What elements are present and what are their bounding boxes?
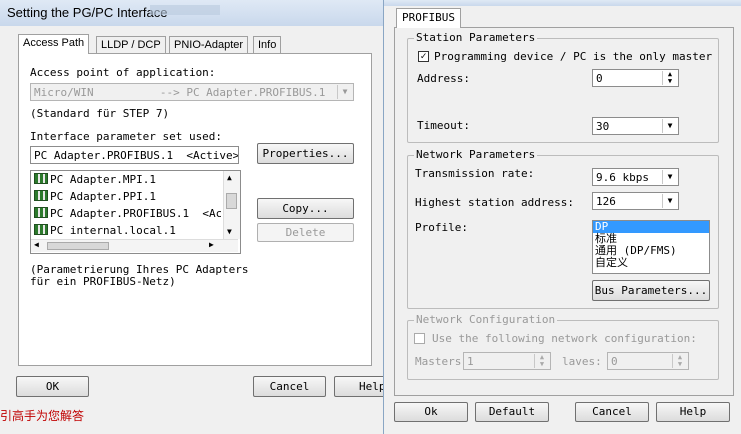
timeout-value: 30 bbox=[596, 120, 610, 133]
checkmark-icon: ✓ bbox=[420, 51, 427, 62]
ok-button[interactable]: Ok bbox=[394, 402, 468, 422]
pgpc-interface-window: Setting the PG/PC Interface Access Path … bbox=[0, 0, 394, 405]
access-point-select[interactable]: Micro/WIN --> PC Adapter.PROFIBUS.1 ▼ bbox=[30, 83, 354, 101]
spinner-arrows-icon[interactable]: ▲ ▼ bbox=[534, 354, 549, 368]
param-set-value: PC Adapter.PROFIBUS.1 <Active> bbox=[34, 149, 239, 162]
chevron-down-icon: ▼ bbox=[337, 85, 352, 99]
cancel-button[interactable]: Cancel bbox=[575, 402, 649, 422]
station-parameters-label: Station Parameters bbox=[414, 31, 538, 44]
copy-button[interactable]: Copy... bbox=[257, 198, 354, 219]
param-set-label: Interface parameter set used: bbox=[30, 130, 223, 143]
scroll-up-icon[interactable]: ▲ bbox=[227, 173, 232, 182]
transmission-rate-value: 9.6 kbps bbox=[596, 171, 649, 184]
list-item[interactable]: PC Adapter.PPI.1 bbox=[31, 188, 221, 205]
slaves-stepper[interactable]: 0 ▲ ▼ bbox=[607, 352, 689, 370]
spinner-arrows-icon[interactable]: ▲ ▼ bbox=[662, 71, 677, 85]
horizontal-scrollbar[interactable]: ◀ ▶ bbox=[31, 239, 238, 252]
profile-option[interactable]: 自定义 bbox=[593, 257, 709, 269]
masters-label: Masters bbox=[415, 355, 462, 368]
network-adapter-icon bbox=[34, 190, 48, 201]
slaves-label: laves: bbox=[562, 355, 602, 368]
standard-note: (Standard für STEP 7) bbox=[30, 107, 170, 120]
only-master-label: Programming device / PC is the only mast… bbox=[434, 50, 718, 63]
use-config-label: Use the following network configuration: bbox=[432, 332, 697, 345]
tab-access-path[interactable]: Access Path bbox=[18, 34, 90, 54]
tab-profibus[interactable]: PROFIBUS bbox=[396, 8, 461, 28]
scroll-thumb[interactable] bbox=[226, 193, 237, 209]
list-item[interactable]: PC Adapter.MPI.1 bbox=[31, 171, 221, 188]
address-stepper[interactable]: 0 ▲ ▼ bbox=[592, 69, 679, 87]
access-point-value: Micro/WIN --> PC Adapter.PROFIBUS.1 bbox=[34, 86, 326, 99]
tab-info[interactable]: Info bbox=[253, 36, 282, 54]
masters-value: 1 bbox=[467, 355, 474, 368]
tab-lldp-dcp[interactable]: LLDP / DCP bbox=[96, 36, 166, 54]
list-item[interactable]: PC internal.local.1 bbox=[31, 222, 221, 239]
network-configuration-label: Network Configuration bbox=[414, 313, 558, 326]
delete-button[interactable]: Delete bbox=[257, 223, 354, 242]
scroll-thumb[interactable] bbox=[47, 242, 109, 250]
vertical-scrollbar[interactable]: ▲ ▼ bbox=[223, 171, 240, 239]
scroll-down-icon[interactable]: ▼ bbox=[227, 227, 232, 236]
spinner-arrows-icon[interactable]: ▲ ▼ bbox=[672, 354, 687, 368]
list-item-label: PC internal.local.1 bbox=[50, 224, 176, 237]
highest-address-select[interactable]: 126 ▼ bbox=[592, 192, 679, 210]
access-point-label: Access point of application: bbox=[30, 66, 216, 79]
chevron-down-icon: ▼ bbox=[662, 119, 677, 133]
timeout-select[interactable]: 30 ▼ bbox=[592, 117, 679, 135]
title-bar: Setting the PG/PC Interface bbox=[0, 0, 383, 26]
network-parameters-label: Network Parameters bbox=[414, 148, 538, 161]
blurred-title-area bbox=[150, 5, 220, 15]
transmission-rate-label: Transmission rate: bbox=[415, 167, 535, 180]
cancel-button[interactable]: Cancel bbox=[253, 376, 326, 397]
default-button[interactable]: Default bbox=[475, 402, 549, 422]
window-frame-top bbox=[384, 0, 741, 6]
network-configuration-group: Network Configuration bbox=[407, 313, 719, 380]
profibus-properties-window: PROFIBUS Station Parameters ✓ Programmin… bbox=[383, 0, 741, 434]
scroll-left-icon[interactable]: ◀ bbox=[34, 240, 39, 249]
timeout-label: Timeout: bbox=[417, 119, 470, 132]
use-config-checkbox[interactable] bbox=[414, 333, 425, 344]
window-title: Setting the PG/PC Interface bbox=[7, 5, 168, 20]
chevron-down-icon: ▼ bbox=[662, 170, 677, 184]
highest-address-value: 126 bbox=[596, 195, 616, 208]
network-adapter-icon bbox=[34, 224, 48, 235]
scroll-right-icon[interactable]: ▶ bbox=[209, 240, 214, 249]
list-item-label: PC Adapter.MPI.1 bbox=[50, 173, 156, 186]
highest-address-label: Highest station address: bbox=[415, 196, 574, 209]
tab-pnio-adapter[interactable]: PNIO-Adapter bbox=[169, 36, 249, 54]
ok-button[interactable]: OK bbox=[16, 376, 89, 397]
masters-stepper[interactable]: 1 ▲ ▼ bbox=[463, 352, 551, 370]
footer-text: 引高手为您解答 bbox=[0, 409, 85, 423]
network-adapter-icon bbox=[34, 207, 48, 218]
profile-listbox[interactable]: DP 标准 通用 (DP/FMS) 自定义 bbox=[592, 220, 710, 274]
help-button[interactable]: Help bbox=[656, 402, 730, 422]
bus-parameters-button[interactable]: Bus Parameters... bbox=[592, 280, 710, 301]
param-set-list: PC Adapter.MPI.1 PC Adapter.PPI.1 PC Ada… bbox=[30, 170, 241, 254]
list-item[interactable]: PC Adapter.PROFIBUS.1 <Acti bbox=[31, 205, 221, 222]
network-adapter-icon bbox=[34, 173, 48, 184]
param-set-field[interactable]: PC Adapter.PROFIBUS.1 <Active> bbox=[30, 146, 239, 164]
transmission-rate-select[interactable]: 9.6 kbps ▼ bbox=[592, 168, 679, 186]
only-master-checkbox[interactable]: ✓ bbox=[418, 51, 429, 62]
list-item-label: PC Adapter.PPI.1 bbox=[50, 190, 156, 203]
chevron-down-icon: ▼ bbox=[662, 194, 677, 208]
properties-button[interactable]: Properties... bbox=[257, 143, 354, 164]
list-item-label: PC Adapter.PROFIBUS.1 <Acti bbox=[50, 207, 221, 220]
slaves-value: 0 bbox=[611, 355, 618, 368]
profile-label: Profile: bbox=[415, 221, 468, 234]
address-label: Address: bbox=[417, 72, 470, 85]
note-line-2: für ein PROFIBUS-Netz) bbox=[30, 275, 176, 288]
address-value: 0 bbox=[596, 72, 603, 85]
